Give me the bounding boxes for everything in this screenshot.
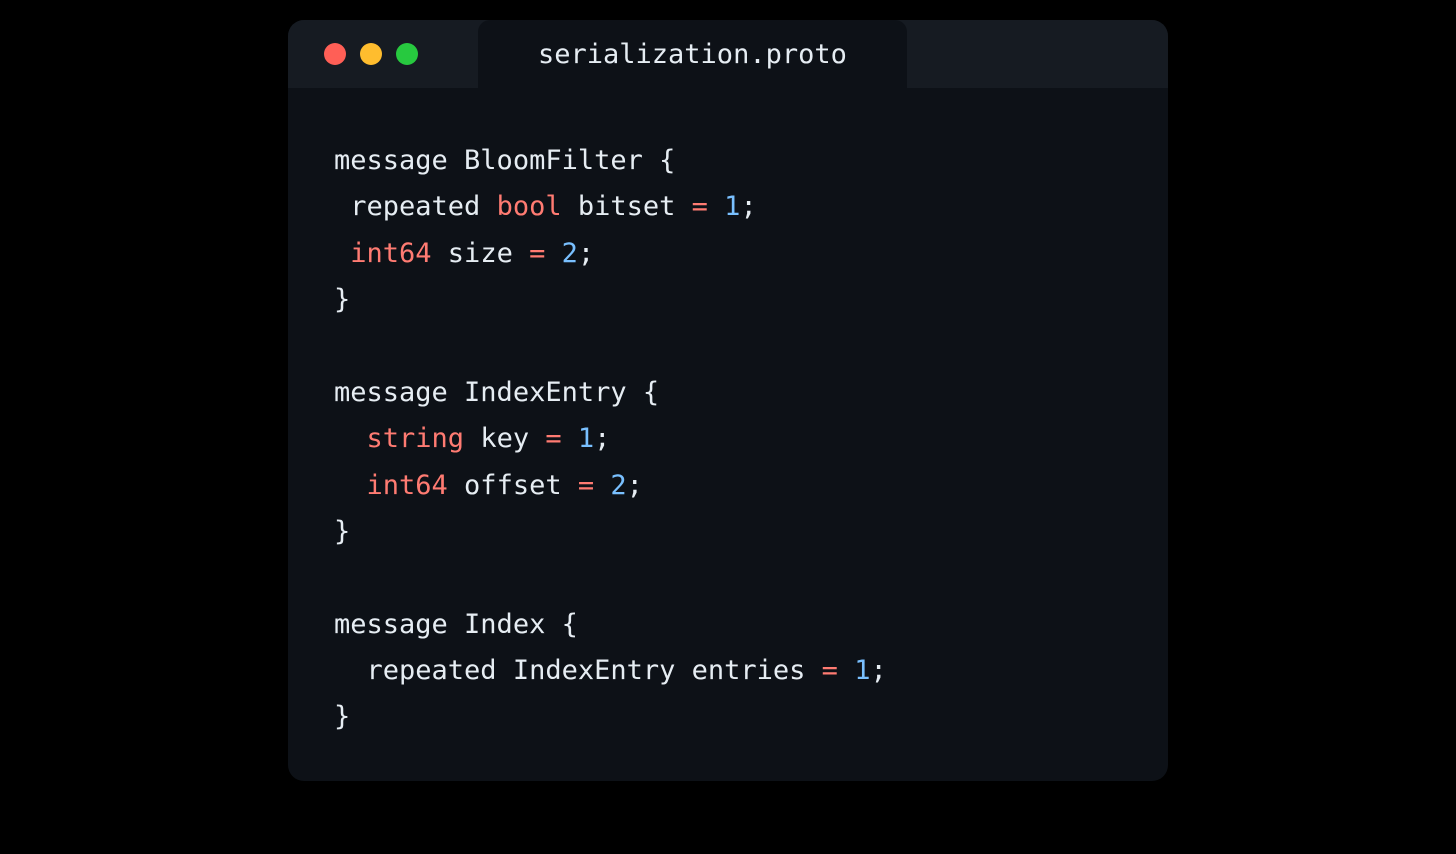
tab-title: serialization.proto	[538, 39, 847, 70]
code-token-ident	[334, 238, 350, 269]
code-empty-line	[334, 324, 1128, 370]
code-token-punct: }	[334, 284, 350, 315]
code-token-ident	[545, 238, 561, 269]
code-token-num: 1	[578, 423, 594, 454]
code-line: message Index {	[334, 602, 1128, 648]
code-token-ident: IndexEntry {	[464, 377, 659, 408]
code-token-ident	[334, 470, 367, 501]
code-token-num: 1	[854, 655, 870, 686]
code-token-keyword: message	[334, 609, 464, 640]
code-token-op: =	[578, 470, 594, 501]
code-token-type: int64	[367, 470, 448, 501]
code-token-punct: ;	[870, 655, 886, 686]
code-line: repeated bool bitset = 1;	[334, 184, 1128, 230]
code-line: message BloomFilter {	[334, 138, 1128, 184]
code-token-ident: BloomFilter {	[464, 145, 675, 176]
code-token-ident	[562, 423, 578, 454]
code-token-op: =	[545, 423, 561, 454]
code-line: int64 offset = 2;	[334, 463, 1128, 509]
code-token-num: 2	[610, 470, 626, 501]
code-line: }	[334, 694, 1128, 740]
minimize-icon[interactable]	[360, 43, 382, 65]
code-token-ident: size	[432, 238, 530, 269]
code-token-num: 2	[562, 238, 578, 269]
code-token-num: 1	[724, 191, 740, 222]
code-token-ident	[334, 423, 367, 454]
traffic-lights	[288, 43, 418, 65]
code-line: repeated IndexEntry entries = 1;	[334, 648, 1128, 694]
titlebar: serialization.proto	[288, 20, 1168, 88]
code-token-type: int64	[350, 238, 431, 269]
code-token-type: string	[367, 423, 465, 454]
maximize-icon[interactable]	[396, 43, 418, 65]
close-icon[interactable]	[324, 43, 346, 65]
code-token-ident	[594, 470, 610, 501]
code-line: }	[334, 277, 1128, 323]
code-token-punct: ;	[740, 191, 756, 222]
code-token-ident: offset	[448, 470, 578, 501]
code-token-ident: key	[464, 423, 545, 454]
code-token-punct: }	[334, 516, 350, 547]
tab-active[interactable]: serialization.proto	[478, 20, 907, 88]
code-token-ident: IndexEntry entries	[513, 655, 822, 686]
code-line: int64 size = 2;	[334, 231, 1128, 277]
code-token-keyword: message	[334, 377, 464, 408]
code-line: message IndexEntry {	[334, 370, 1128, 416]
code-token-ident: bitset	[562, 191, 692, 222]
code-token-keyword: message	[334, 145, 464, 176]
code-token-op: =	[692, 191, 708, 222]
code-token-punct: ;	[578, 238, 594, 269]
editor-window: serialization.proto message BloomFilter …	[288, 20, 1168, 781]
code-token-op: =	[822, 655, 838, 686]
code-token-ident	[838, 655, 854, 686]
code-token-punct: }	[334, 701, 350, 732]
code-token-op: =	[529, 238, 545, 269]
code-empty-line	[334, 556, 1128, 602]
code-token-keyword: repeated	[334, 655, 513, 686]
code-line: }	[334, 509, 1128, 555]
code-token-punct: ;	[594, 423, 610, 454]
code-token-ident	[708, 191, 724, 222]
code-line: string key = 1;	[334, 416, 1128, 462]
code-token-keyword: repeated	[334, 191, 497, 222]
code-token-ident: Index {	[464, 609, 578, 640]
code-token-punct: ;	[627, 470, 643, 501]
code-editor[interactable]: message BloomFilter { repeated bool bits…	[288, 88, 1168, 781]
code-token-type: bool	[497, 191, 562, 222]
